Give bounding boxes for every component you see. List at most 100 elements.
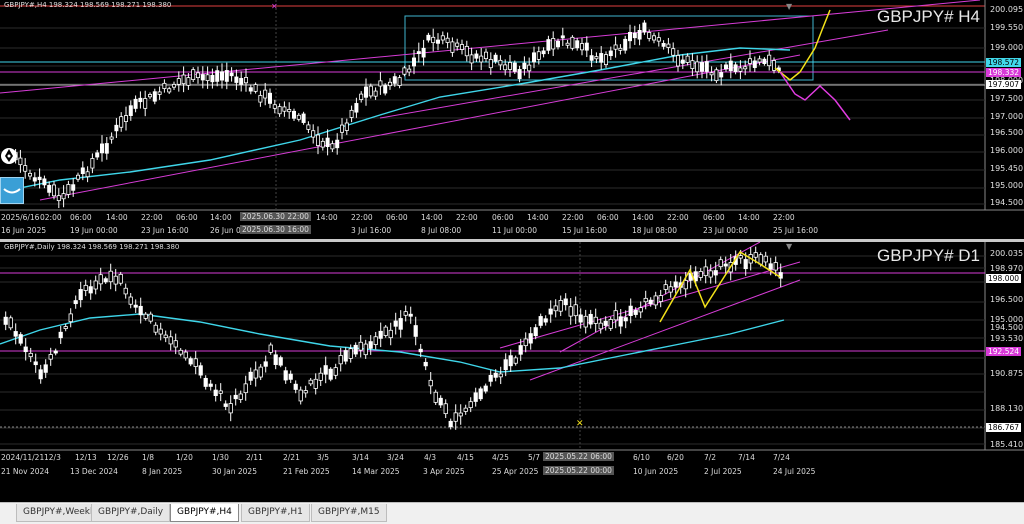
d1-candle [513,357,518,364]
h4-candle [248,87,253,92]
h4-time-tick: 02:00 [40,213,62,222]
d1-candle [168,336,173,345]
d1-candle [393,320,398,327]
d1-candle [353,344,358,355]
d1-candle [278,357,283,366]
d1-candle [368,341,373,349]
h4-price-tick: 196.000 [990,146,1024,155]
d1-candle [358,341,363,351]
d1-candle [323,365,328,375]
h4-candle [119,116,124,128]
h4-candle [541,50,546,55]
d1-candle [173,340,178,348]
d1-candle [648,299,653,305]
chart-tab-bar: GBPJPY#,Weekly GBPJPY#,Daily GBPJPY#,H4 … [0,502,1024,524]
h4-chart-canvas[interactable]: ✕ ▼ [0,0,1024,240]
h4-date-tick: 18 Jul 08:00 [632,226,677,235]
d1-candle [183,351,188,359]
h4-candle [536,51,541,60]
tab-m15[interactable]: GBPJPY#,M15 [311,504,387,522]
h4-candle [296,114,301,120]
pen-tool-icon[interactable] [0,146,18,166]
tab-daily[interactable]: GBPJPY#,Daily [91,504,171,522]
d1-candle [498,373,503,378]
d1-candle [638,307,643,313]
h4-date-tick: 3 Jul 16:00 [351,226,392,235]
h4-time-tick: 14:00 [210,213,232,222]
h4-candle [700,62,705,72]
h4-candle [474,53,479,59]
h4-candle [147,94,152,98]
d1-chart-pane[interactable]: ✕ ▼ GBPJPY#,Daily 198.324 198.569 198.271… [0,242,1024,502]
d1-candle [718,259,723,268]
h4-candle [757,58,762,63]
h4-crosshair-time: 2025.06.30 22:00 [240,212,311,221]
d1-time-tick: 7/14 [738,453,755,462]
d1-chart-canvas[interactable]: ✕▼ [0,242,1024,502]
h4-candle [387,81,392,87]
h4-channel-lower [39,54,801,201]
h4-crosshair-date: 2025.06.30 16:00 [240,225,311,234]
d1-candle [423,361,428,367]
d1-date-tick: 10 Jun 2025 [633,467,679,476]
h4-candle [205,74,210,81]
h4-candle [186,77,191,86]
h4-price-tick: 195.450 [990,164,1024,173]
h4-candle [76,174,81,180]
h4-candle [589,55,594,61]
tab-h1[interactable]: GBPJPY#,H1 [241,504,310,522]
d1-candle [463,407,468,412]
d1-candle [738,255,743,259]
d1-candle [388,329,393,339]
d1-level-price-box: 198.000 [986,274,1022,283]
h4-candle [128,105,133,116]
d1-candle [133,304,138,308]
d1-candle [643,297,648,303]
d1-candle [603,320,608,326]
d1-candle [613,310,618,321]
d1-candle [3,316,8,325]
h4-candle [52,184,57,197]
d1-candle [708,270,713,278]
h4-date-tick: 19 Jun 00:00 [70,226,118,235]
h4-candle [680,59,685,64]
d1-candle [478,388,483,400]
d1-candle [683,280,688,290]
d1-candle [118,273,123,284]
d1-candle [563,298,568,306]
d1-candle [108,270,113,283]
d1-candle [98,274,103,285]
d1-date-tick: 13 Dec 2024 [70,467,118,476]
d1-candle [763,255,768,263]
h4-candle [743,66,748,70]
h4-candle [618,47,623,51]
h4-candle [258,95,263,103]
d1-candle [443,403,448,415]
d1-candle [618,316,623,327]
d1-candle [58,331,63,339]
d1-candle [538,316,543,326]
d1-date-tick: 21 Nov 2024 [1,467,50,476]
h4-candle [671,48,676,56]
h4-chart-pane[interactable]: ✕ ▼ GBPJPY#,H4 198.324 198.569 198.271 19… [0,0,1024,240]
h4-candle [709,72,714,76]
d1-candle [448,420,453,428]
d1-candle [158,328,163,335]
d1-candle [363,343,368,356]
d1-candle [263,361,268,367]
h4-candle [459,44,464,50]
h4-candle [445,37,450,43]
d1-candle [348,348,353,359]
h4-candle [124,115,129,122]
d1-candle [473,392,478,402]
h4-time-tick: 06:00 [70,213,92,222]
h4-time-tick: 14:00 [738,213,760,222]
d1-candle [203,377,208,387]
d1-candle [13,331,18,337]
d1-date-tick: 30 Jan 2025 [212,467,257,476]
d1-price-tick: 188.130 [990,404,1024,413]
d1-candle [123,287,128,295]
h4-shift-marker: ▼ [786,2,793,11]
tab-h4[interactable]: GBPJPY#,H4 [170,504,239,522]
d1-candle [408,313,413,317]
